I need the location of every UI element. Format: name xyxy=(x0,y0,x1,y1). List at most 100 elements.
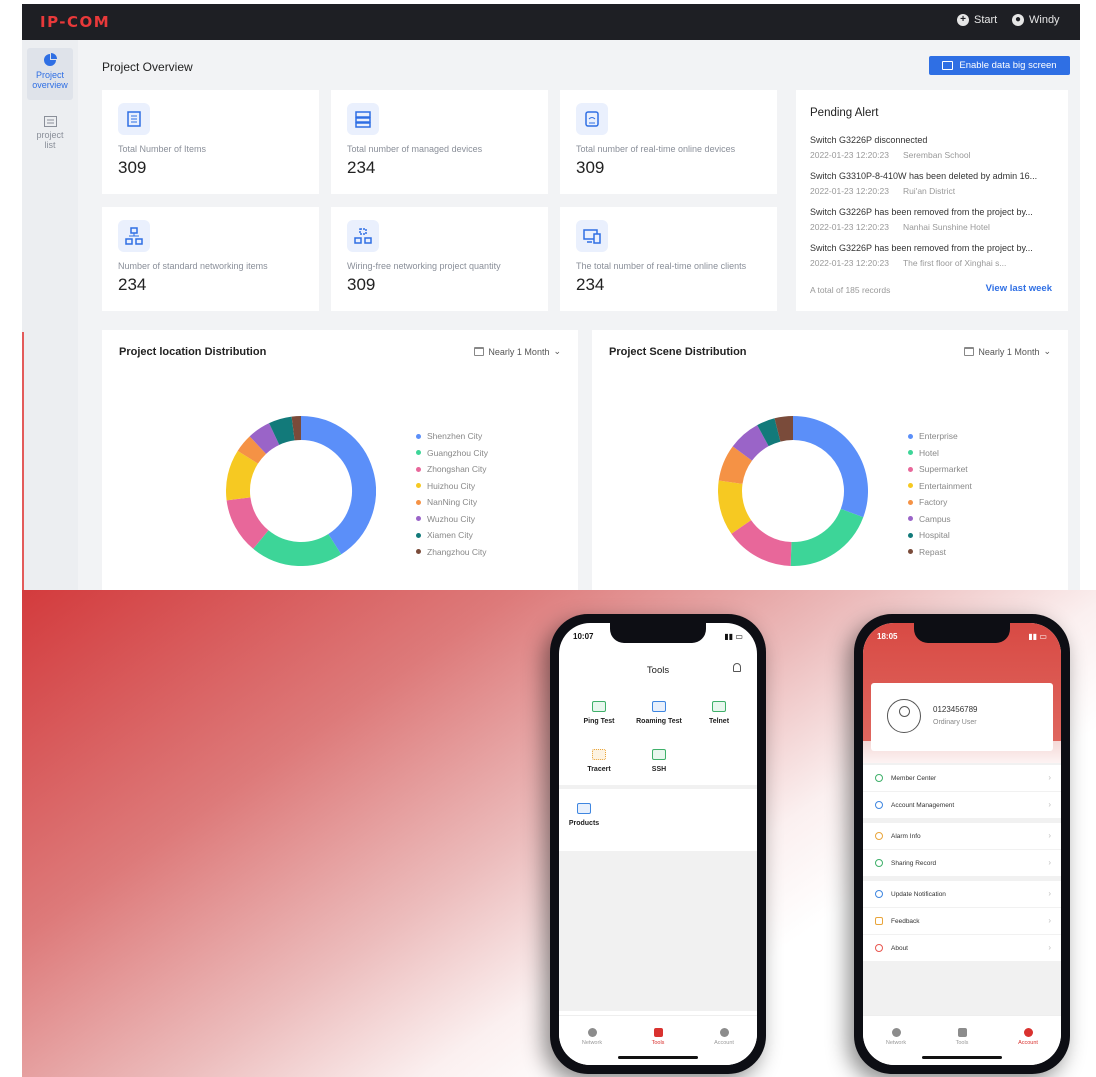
legend-dot-icon xyxy=(908,450,913,456)
legend-item[interactable]: Repast xyxy=(908,544,972,561)
alert-text: Switch G3226P has been removed from the … xyxy=(810,207,1033,217)
tool-products[interactable]: Products xyxy=(564,803,604,827)
clients-icon xyxy=(576,220,608,252)
legend-item[interactable]: Hotel xyxy=(908,445,972,462)
tool-tracert[interactable]: Tracert xyxy=(569,749,629,773)
enable-big-screen-button[interactable]: Enable data big screen xyxy=(929,56,1070,75)
plus-circle-icon: + xyxy=(957,14,969,26)
legend-item[interactable]: Xiamen City xyxy=(416,527,488,544)
folder-icon xyxy=(43,116,57,127)
phone-notch xyxy=(610,623,706,643)
tab-tools[interactable]: Tools xyxy=(937,1028,987,1046)
alert-text: Switch G3226P disconnected xyxy=(810,135,928,145)
account-role: Ordinary User xyxy=(933,719,977,726)
legend-item[interactable]: Enterprise xyxy=(908,428,972,445)
tab-account[interactable]: Account xyxy=(699,1028,749,1046)
signal-battery-icon: ▮▮ ▭ xyxy=(1028,632,1047,641)
menu-sharing-record[interactable]: Sharing Record › xyxy=(863,850,1061,876)
alert-item[interactable]: Switch G3310P-8-410W has been deleted by… xyxy=(810,171,1060,196)
menu-member-center[interactable]: Member Center › xyxy=(863,765,1061,791)
legend-dot-icon xyxy=(416,532,421,538)
donut-slice-enterprise[interactable] xyxy=(792,416,868,518)
legend-item[interactable]: Shenzhen City xyxy=(416,428,488,445)
legend-item[interactable]: Hospital xyxy=(908,527,972,544)
legend-item[interactable]: Zhongshan City xyxy=(416,461,488,478)
donut-slice-supermarket[interactable] xyxy=(731,519,792,566)
stat-value: 309 xyxy=(347,275,376,294)
stat-card-managed-devices: Total number of managed devices 234 xyxy=(331,90,548,194)
legend-item[interactable]: Campus xyxy=(908,511,972,528)
stat-card-wiring-free: Wiring-free networking project quantity … xyxy=(331,207,548,311)
start-label: Start xyxy=(974,14,998,26)
legend-label: Guangzhou City xyxy=(427,447,488,458)
top-bar: IP-COM + Start ● Windy xyxy=(22,4,1080,40)
account-tab-icon xyxy=(719,1028,729,1037)
tool-ping-test[interactable]: Ping Test xyxy=(569,701,629,725)
tool-ssh[interactable]: SSH xyxy=(629,749,689,773)
menu-update-notification[interactable]: Update Notification › xyxy=(863,881,1061,907)
donut-slice-hotel[interactable] xyxy=(790,508,864,566)
legend-label: Enterprise xyxy=(919,431,958,442)
tool-label: SSH xyxy=(651,766,667,773)
menu-label: Feedback xyxy=(891,917,920,925)
date-range-dropdown[interactable]: Nearly 1 Month ⌄ xyxy=(964,346,1051,357)
stat-value: 309 xyxy=(576,158,605,177)
menu-about[interactable]: About › xyxy=(863,935,1061,961)
tab-network[interactable]: Network xyxy=(567,1028,617,1046)
tool-telnet[interactable]: Telnet xyxy=(689,701,749,725)
donut-slice-hospital[interactable] xyxy=(757,418,781,447)
donut-slice-zhongshan-city[interactable] xyxy=(226,496,269,549)
donut-slice-campus[interactable] xyxy=(732,425,770,462)
donut-slice-repast[interactable] xyxy=(774,416,794,442)
bell-icon[interactable] xyxy=(733,663,741,672)
view-last-week-link[interactable]: View last week xyxy=(986,283,1052,294)
alert-item[interactable]: Switch G3226P has been removed from the … xyxy=(810,243,1060,268)
legend-item[interactable]: Entertainment xyxy=(908,478,972,495)
chevron-down-icon: ⌄ xyxy=(1043,346,1051,356)
stat-value: 234 xyxy=(347,158,376,177)
legend-dot-icon xyxy=(908,549,913,555)
legend-dot-icon xyxy=(908,499,913,505)
stat-label: Total Number of Items xyxy=(118,144,207,154)
tool-roaming-test[interactable]: Roaming Test xyxy=(629,701,689,725)
legend-item[interactable]: Guangzhou City xyxy=(416,445,488,462)
tab-network[interactable]: Network xyxy=(871,1028,921,1046)
menu-label: Update Notification xyxy=(891,890,946,898)
legend-item[interactable]: Wuzhou City xyxy=(416,511,488,528)
alert-total-records: A total of 185 records xyxy=(810,285,891,295)
alert-item[interactable]: Switch G3226P disconnected 2022-01-23 12… xyxy=(810,135,1060,160)
donut-slice-guangzhou-city[interactable] xyxy=(253,529,342,566)
location-distribution-card: Project location Distribution Nearly 1 M… xyxy=(102,330,578,590)
alert-item[interactable]: Switch G3226P has been removed from the … xyxy=(810,207,1060,232)
promo-banner: 10:07 ▮▮ ▭ Tools Ping Test Roaming Test … xyxy=(22,590,1096,1077)
legend-item[interactable]: Huizhou City xyxy=(416,478,488,495)
legend-item[interactable]: Supermarket xyxy=(908,461,972,478)
date-range-value: Nearly 1 Month xyxy=(488,346,550,357)
donut-slice-shenzhen-city[interactable] xyxy=(300,416,376,555)
sidebar-item-project-list[interactable]: project list xyxy=(27,110,73,160)
donut-slice-wuzhou-city[interactable] xyxy=(249,423,280,455)
donut-slice-factory[interactable] xyxy=(718,446,753,485)
tab-label: Tools xyxy=(651,1040,665,1046)
donut-slice-huizhou-city[interactable] xyxy=(226,450,259,501)
alert-text: Switch G3310P-8-410W has been deleted by… xyxy=(810,171,1038,181)
donut-slice-xiamen-city[interactable] xyxy=(269,416,296,446)
start-button[interactable]: + Start xyxy=(957,14,997,26)
tab-tools[interactable]: Tools xyxy=(633,1028,683,1046)
menu-alarm-info[interactable]: Alarm Info › xyxy=(863,823,1061,849)
user-menu[interactable]: ● Windy xyxy=(1012,14,1060,26)
donut-slice-nanning-city[interactable] xyxy=(237,436,267,464)
legend-item[interactable]: Factory xyxy=(908,494,972,511)
tool-label: Roaming Test xyxy=(636,718,682,725)
profile-card[interactable]: 0123456789 Ordinary User xyxy=(871,683,1053,751)
tab-account[interactable]: Account xyxy=(1003,1028,1053,1046)
donut-slice-entertainment[interactable] xyxy=(718,480,752,534)
sidebar-item-project-overview[interactable]: Project overview xyxy=(27,48,73,100)
legend-item[interactable]: NanNing City xyxy=(416,494,488,511)
big-screen-label: Enable data big screen xyxy=(959,60,1057,71)
menu-account-management[interactable]: Account Management › xyxy=(863,792,1061,818)
legend-item[interactable]: Zhangzhou City xyxy=(416,544,488,561)
menu-feedback[interactable]: Feedback › xyxy=(863,908,1061,934)
date-range-dropdown[interactable]: Nearly 1 Month ⌄ xyxy=(474,346,561,357)
alert-time: 2022-01-23 12:20:23 xyxy=(810,150,889,160)
